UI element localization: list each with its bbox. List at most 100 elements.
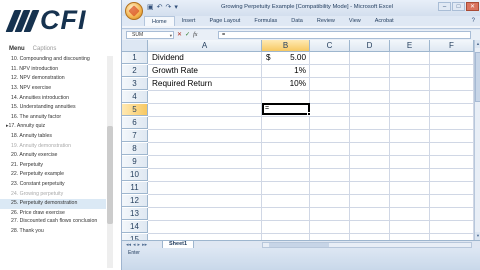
row-gridline [148, 103, 474, 104]
qat-dropdown-icon[interactable]: ▾ [174, 3, 178, 12]
row-header-8[interactable]: 8 [122, 143, 148, 155]
cell-b1[interactable]: 5.00 [276, 52, 309, 64]
row-gridline [148, 168, 474, 169]
lesson-item[interactable]: 21. Perpetuity [0, 161, 106, 171]
row-header-5[interactable]: 5 [122, 104, 148, 116]
lesson-item[interactable]: 15. Understanding annuities [0, 103, 106, 113]
active-cell-b5[interactable]: = [262, 103, 311, 116]
lesson-item[interactable]: 23. Constant perpetuity [0, 180, 106, 190]
insert-function-icon[interactable]: fx [193, 31, 197, 39]
undo-icon[interactable]: ↶ [157, 3, 163, 12]
lesson-item[interactable]: 22. Perpetuity example [0, 170, 106, 180]
column-header-a[interactable]: A [148, 40, 262, 52]
row-gridline [148, 194, 474, 195]
row-header-6[interactable]: 6 [122, 117, 148, 129]
scroll-up-icon[interactable]: ▲ [475, 40, 480, 48]
row-header-11[interactable]: 11 [122, 182, 148, 194]
ribbon-tab-insert[interactable]: Insert [175, 16, 203, 26]
sidebar-tabs: Menu Captions [0, 43, 120, 55]
cell-a2[interactable]: Growth Rate [150, 65, 260, 77]
help-icon[interactable]: ? [472, 18, 475, 24]
ribbon-tab-review[interactable]: Review [310, 16, 342, 26]
row-header-10[interactable]: 10 [122, 169, 148, 181]
row-header-9[interactable]: 9 [122, 156, 148, 168]
column-header-c[interactable]: C [310, 40, 350, 52]
lesson-list: 10. Compounding and discounting 11. NPV i… [0, 56, 106, 268]
vertical-scroll-thumb[interactable] [475, 52, 480, 102]
minimize-button[interactable]: – [438, 2, 451, 11]
cancel-entry-icon[interactable]: ✕ [177, 31, 182, 39]
row-gridline [148, 116, 474, 117]
cell-a1[interactable]: Dividend [150, 52, 260, 64]
formula-buttons: ✕ ✓ fx [177, 31, 197, 39]
lesson-item[interactable]: 10. Compounding and discounting [0, 56, 106, 65]
lesson-item[interactable]: 16. The annuity factor [0, 113, 106, 123]
maximize-button[interactable]: □ [452, 2, 465, 11]
ribbon-tab-page-layout[interactable]: Page Layout [202, 16, 247, 26]
row-gridline [148, 142, 474, 143]
fill-handle[interactable] [307, 112, 311, 116]
row-header-7[interactable]: 7 [122, 130, 148, 142]
lesson-item[interactable]: 19. Annuity demonstration [0, 142, 106, 152]
row-gridline [148, 90, 474, 91]
lesson-list-scrollbar[interactable] [107, 56, 113, 268]
status-bar: Enter [122, 248, 480, 270]
lesson-item[interactable]: 27. Discounted cash flows conclusion [0, 218, 106, 227]
lesson-item[interactable]: 20. Annuity exercise [0, 151, 106, 161]
horizontal-scroll-thumb[interactable] [269, 243, 329, 247]
row-header-2[interactable]: 2 [122, 65, 148, 77]
cell-b2[interactable]: 1% [262, 65, 309, 77]
ribbon-tab-data[interactable]: Data [284, 16, 310, 26]
window-title: Growing Perpetuity Example [Compatibilit… [220, 4, 394, 10]
cell-b3[interactable]: 10% [262, 78, 309, 90]
name-box[interactable]: SUM [126, 31, 174, 39]
lesson-item[interactable]: 14. Annuities introduction [0, 94, 106, 104]
column-header-e[interactable]: E [390, 40, 430, 52]
ribbon-tab-view[interactable]: View [342, 16, 368, 26]
lesson-item[interactable]: 26. Price draw exercise [0, 209, 106, 219]
enter-entry-icon[interactable]: ✓ [185, 31, 190, 39]
office-button[interactable] [125, 2, 143, 20]
lesson-item[interactable]: 13. NPV exercise [0, 84, 106, 94]
cell-b1-currency-symbol: $ [266, 53, 271, 62]
lesson-item[interactable]: 24. Growing perpetuity [0, 190, 106, 200]
spreadsheet-grid[interactable]: A B C D E F 1 2 3 4 5 6 7 8 9 10 11 12 13 14 15 Dividend Growt… [122, 40, 474, 240]
lesson-item[interactable]: 17. Annuity quiz [0, 122, 106, 132]
screen: CFI Menu Captions 10. Compounding and di… [0, 0, 480, 270]
row-header-1[interactable]: 1 [122, 52, 148, 64]
tab-captions[interactable]: Captions [33, 43, 57, 55]
row-header-14[interactable]: 14 [122, 221, 148, 233]
column-gridline [389, 52, 390, 240]
close-button[interactable]: ✕ [466, 2, 479, 11]
row-header-13[interactable]: 13 [122, 208, 148, 220]
row-gridline [148, 207, 474, 208]
scroll-down-icon[interactable]: ▼ [475, 232, 480, 240]
row-header-4[interactable]: 4 [122, 91, 148, 103]
save-icon[interactable]: ▣ [147, 3, 154, 12]
column-header-d[interactable]: D [350, 40, 390, 52]
lesson-item[interactable]: 12. NPV demonstration [0, 74, 106, 84]
lesson-item[interactable]: 11. NPV introduction [0, 65, 106, 75]
vertical-scrollbar[interactable]: ▲ ▼ [474, 40, 480, 240]
select-all-corner[interactable] [122, 40, 148, 52]
tab-menu[interactable]: Menu [9, 43, 25, 55]
lesson-item[interactable]: 25. Perpetuity demonstration [0, 199, 106, 209]
formula-input[interactable]: = [218, 31, 471, 39]
column-header-b[interactable]: B [262, 40, 310, 52]
lesson-item[interactable]: 18. Annuity tables [0, 132, 106, 142]
excel-window: ▣ ↶ ↷ ▾ Growing Perpetuity Example [Comp… [121, 0, 480, 270]
cell-a3[interactable]: Required Return [150, 78, 260, 90]
row-header-12[interactable]: 12 [122, 195, 148, 207]
lesson-item[interactable]: 28. Thank you [0, 227, 106, 237]
ribbon-tab-home[interactable]: Home [144, 15, 175, 27]
cfi-logo: CFI [5, 5, 87, 35]
row-gridline [148, 155, 474, 156]
column-gridline [309, 52, 310, 240]
column-header-f[interactable]: F [430, 40, 474, 52]
scrollbar-thumb[interactable] [107, 126, 113, 224]
ribbon-tab-formulas[interactable]: Formulas [247, 16, 284, 26]
redo-icon[interactable]: ↷ [166, 3, 172, 12]
ribbon-tab-acrobat[interactable]: Acrobat [368, 16, 401, 26]
row-header-3[interactable]: 3 [122, 78, 148, 90]
formula-bar: SUM ✕ ✓ fx = [122, 30, 480, 40]
